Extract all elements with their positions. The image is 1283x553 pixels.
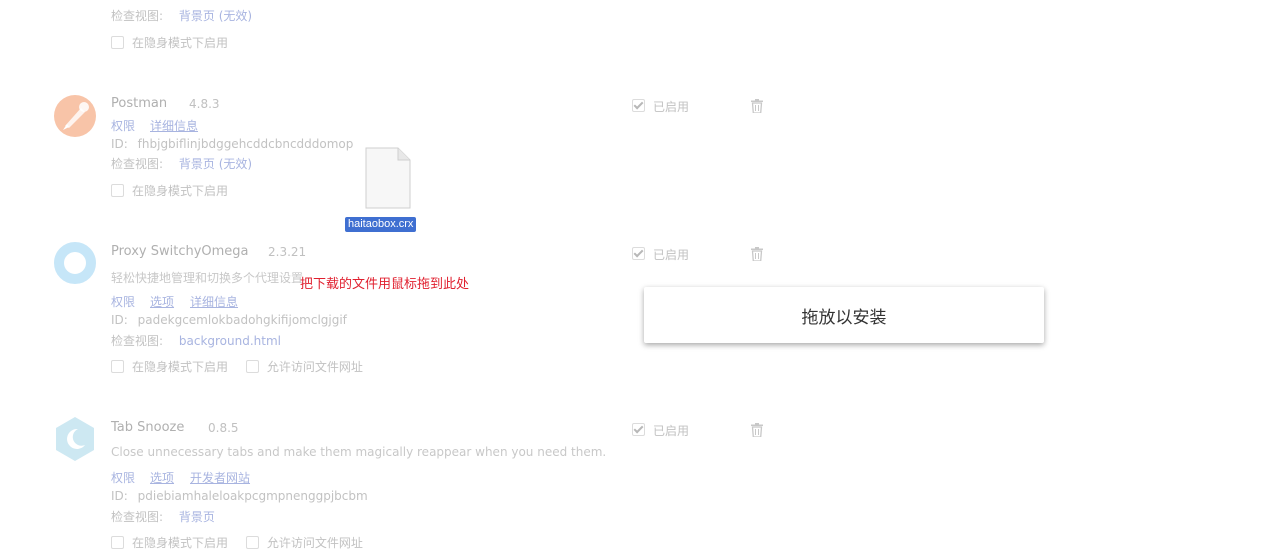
enabled-checkbox[interactable]: [632, 99, 645, 112]
extension-name: Postman: [111, 96, 168, 111]
extension-description: Close unnecessary tabs and make them mag…: [111, 445, 607, 459]
extension-description: 轻松快捷地管理和切换多个代理设置: [111, 271, 304, 285]
enabled-label: 已启用: [653, 424, 690, 438]
enabled-checkbox[interactable]: [632, 247, 645, 260]
file-access-label: 允许访问文件网址: [266, 536, 363, 550]
file-access-checkbox[interactable]: [245, 536, 259, 549]
incognito-label: 在隐身模式下启用: [132, 536, 229, 550]
inspect-row: 检查视图: 背景页: [111, 508, 215, 525]
switchyomega-ring-icon: [54, 242, 96, 284]
incognito-checkbox[interactable]: [111, 184, 124, 197]
extension-version: 2.3.21: [268, 245, 307, 259]
id-label: ID:: [111, 489, 128, 503]
incognito-checkbox[interactable]: [111, 360, 124, 373]
enabled-label: 已启用: [653, 100, 690, 114]
inspect-label: 检查视图:: [111, 157, 164, 171]
id-label: ID:: [111, 137, 128, 151]
incognito-row: 在隐身模式下启用: [111, 182, 228, 199]
id-row: ID: fhbjgbiflinjbdggehcddcbncdddomop: [111, 137, 353, 151]
incognito-label: 在隐身模式下启用: [132, 36, 229, 50]
permissions-link[interactable]: 权限: [111, 117, 135, 134]
file-access-checkbox[interactable]: [245, 360, 259, 373]
details-link[interactable]: 详细信息: [150, 117, 198, 134]
id-row: ID: padekgcemlokbadohgkifijomclgjgif: [111, 313, 347, 327]
tabsnooze-moon-icon: [56, 417, 94, 461]
options-link[interactable]: 选项: [150, 293, 174, 310]
drop-to-install-label: 拖放以安装: [801, 307, 887, 328]
developer-site-link[interactable]: 开发者网站: [190, 469, 250, 486]
id-value: pdiebiamhaleloakpcgmpnenggpjbcbm: [137, 489, 368, 503]
id-value: padekgcemlokbadohgkifijomclgjgif: [137, 313, 347, 327]
trash-icon[interactable]: [751, 99, 763, 113]
trash-icon[interactable]: [751, 423, 763, 437]
incognito-label: 在隐身模式下启用: [132, 184, 229, 198]
id-value: fhbjgbiflinjbdggehcddcbncdddomop: [137, 137, 354, 151]
permissions-link[interactable]: 权限: [111, 293, 135, 310]
extension-name: Proxy SwitchyOmega: [111, 244, 249, 259]
inspect-row: 检查视图: background.html: [111, 332, 281, 349]
details-link[interactable]: 详细信息: [190, 293, 238, 310]
top-inspect-row: 检查视图: 背景页 (无效): [111, 7, 252, 24]
extension-version: 0.8.5: [208, 421, 239, 435]
postman-logo-icon: [54, 95, 96, 137]
enabled-label: 已启用: [653, 248, 690, 262]
extension-version: 4.8.3: [189, 97, 220, 111]
drag-hint-text: 把下载的文件用鼠标拖到此处: [300, 277, 470, 292]
inspect-link[interactable]: 背景页 (无效): [179, 157, 252, 171]
inspect-label: 检查视图:: [111, 9, 164, 23]
options-row: 在隐身模式下启用 允许访问文件网址: [111, 534, 363, 551]
incognito-checkbox[interactable]: [111, 536, 124, 549]
incognito-checkbox[interactable]: [111, 36, 124, 49]
drop-to-install-zone[interactable]: 拖放以安装: [644, 287, 1044, 343]
inspect-row: 检查视图: 背景页 (无效): [111, 155, 252, 172]
dragged-file-name: haitaobox.crx: [345, 217, 417, 232]
inspect-link[interactable]: 背景页 (无效): [179, 9, 252, 23]
inspect-link[interactable]: background.html: [179, 334, 281, 348]
inspect-label: 检查视图:: [111, 334, 164, 348]
trash-icon[interactable]: [751, 247, 763, 261]
top-incognito-row: 在隐身模式下启用: [111, 34, 228, 51]
permissions-link[interactable]: 权限: [111, 469, 135, 486]
options-link[interactable]: 选项: [150, 469, 174, 486]
extension-name: Tab Snooze: [111, 420, 185, 435]
inspect-link[interactable]: 背景页: [179, 510, 215, 524]
file-access-label: 允许访问文件网址: [266, 360, 363, 374]
id-label: ID:: [111, 313, 128, 327]
id-row: ID: pdiebiamhaleloakpcgmpnenggpjbcbm: [111, 489, 368, 503]
incognito-label: 在隐身模式下启用: [132, 360, 229, 374]
enabled-checkbox[interactable]: [632, 423, 645, 436]
file-document-icon[interactable]: [364, 147, 412, 209]
options-row: 在隐身模式下启用 允许访问文件网址: [111, 358, 363, 375]
inspect-label: 检查视图:: [111, 510, 164, 524]
